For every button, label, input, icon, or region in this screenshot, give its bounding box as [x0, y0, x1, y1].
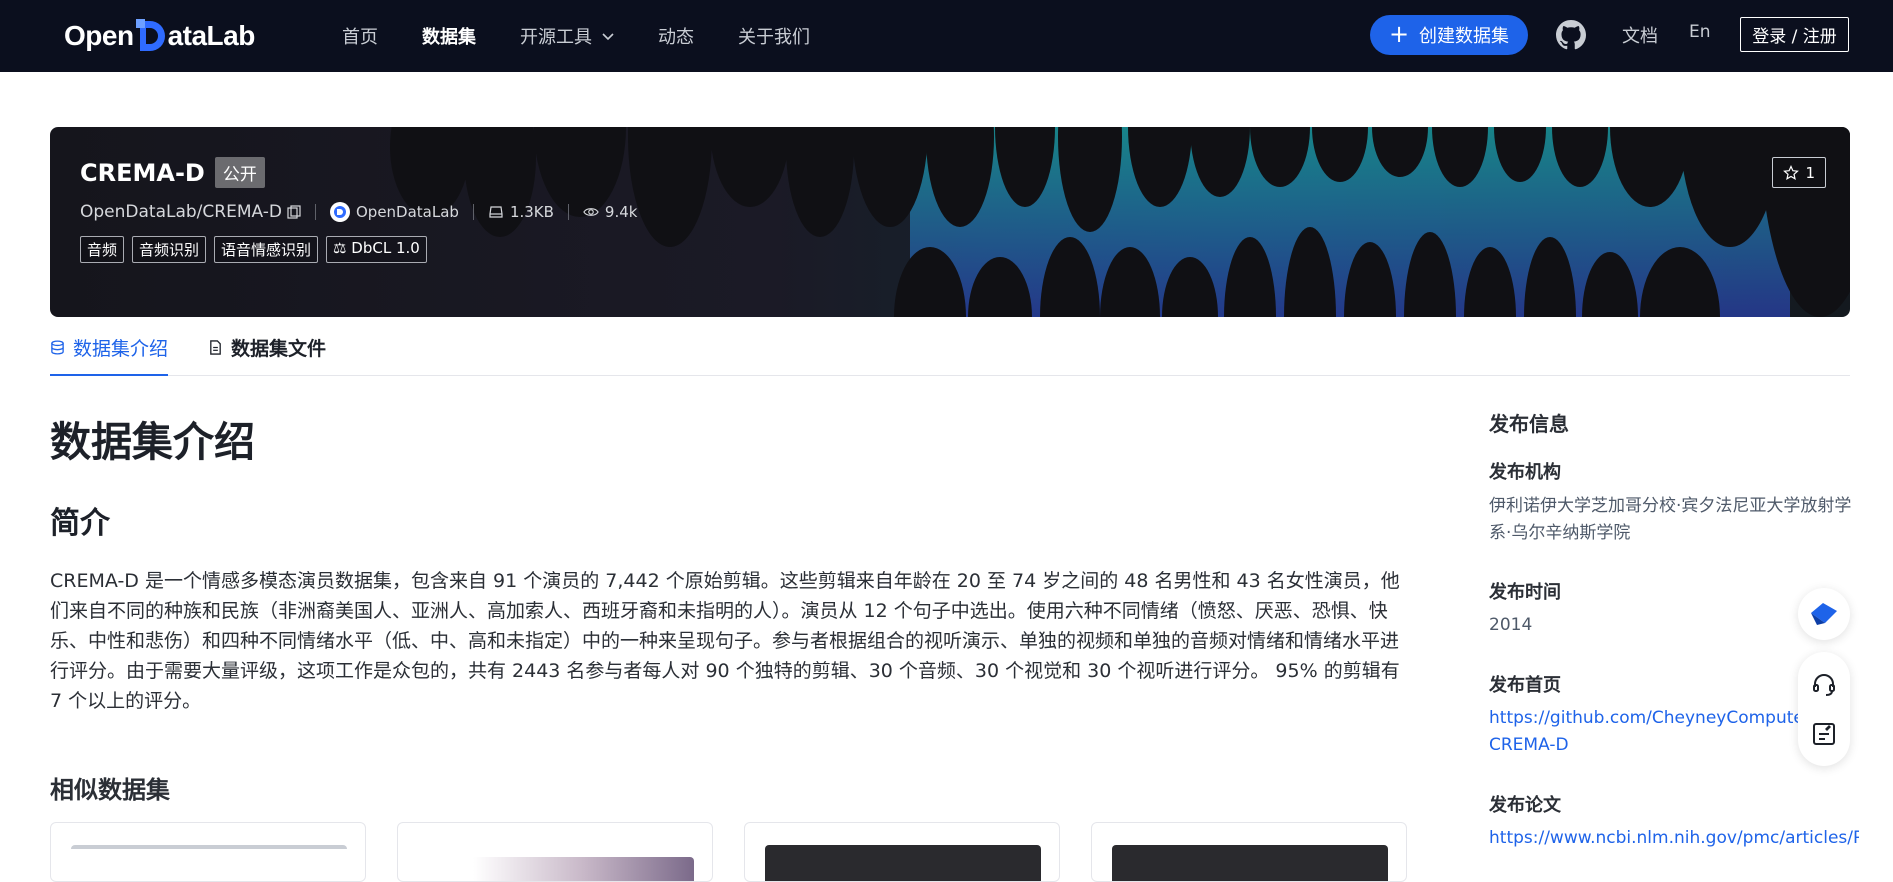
nav-about[interactable]: 关于我们	[738, 0, 810, 72]
star-button[interactable]: 1	[1772, 157, 1826, 188]
license-label: DbCL 1.0	[351, 239, 420, 257]
intro-text: CREMA-D 是一个情感多模态演员数据集，包含来自 91 个演员的 7,442…	[50, 570, 1400, 712]
publish-info-title: 发布信息	[1489, 412, 1569, 436]
create-dataset-button[interactable]: + 创建数据集	[1370, 15, 1528, 55]
visibility-badge: 公开	[214, 157, 265, 188]
plus-icon: +	[1388, 20, 1410, 48]
storage-icon	[488, 204, 504, 220]
dataset-path: OpenDataLab/CREMA-D	[80, 202, 282, 222]
publisher-label: 发布机构	[1489, 462, 1561, 483]
view-count: 9.4k	[604, 203, 638, 221]
similar-dataset-card[interactable]	[744, 822, 1060, 882]
nav-home[interactable]: 首页	[342, 0, 378, 72]
tab-files-label: 数据集文件	[231, 338, 327, 360]
similar-datasets-heading: 相似数据集	[50, 776, 170, 804]
similar-dataset-card[interactable]	[50, 822, 366, 882]
publish-info-panel: 发布信息 发布机构 伊利诺伊大学芝加哥分校·宾夕法尼亚大学放射学系·乌尔辛纳斯学…	[1489, 408, 1859, 848]
dataset-name: CREMA-D	[80, 158, 205, 187]
feishu-icon	[1811, 603, 1837, 625]
docs-link[interactable]: 文档	[1622, 22, 1658, 48]
similar-datasets-list	[50, 822, 1407, 882]
star-count: 1	[1805, 163, 1815, 182]
license-tag[interactable]: ⚖ DbCL 1.0	[326, 236, 427, 263]
feedback-icon[interactable]	[1811, 721, 1837, 747]
card-thumbnail	[71, 845, 347, 881]
paper-link[interactable]: https://www.ncbi.nlm.nih.gov/pmc/article…	[1489, 825, 1859, 852]
nav-open-tools[interactable]: 开源工具	[520, 0, 614, 72]
publish-time-label: 发布时间	[1489, 582, 1561, 603]
tab-introduction-label: 数据集介绍	[73, 338, 169, 360]
paper-label: 发布论文	[1489, 795, 1561, 816]
tag[interactable]: 语音情感识别	[214, 236, 319, 263]
dataset-tags: 音频 音频识别 语音情感识别 ⚖ DbCL 1.0	[80, 236, 637, 263]
dataset-size: 1.3KB	[509, 203, 554, 221]
divider	[314, 204, 316, 220]
main-nav: 首页 数据集 开源工具 动态 关于我们	[342, 0, 854, 72]
card-thumbnail	[1112, 845, 1388, 881]
dataset-title-row: CREMA-D 公开	[80, 157, 637, 188]
floating-toolbox	[1798, 652, 1850, 766]
tab-introduction[interactable]: 数据集介绍	[50, 330, 169, 376]
login-register-button[interactable]: 登录 / 注册	[1740, 17, 1849, 52]
nav-datasets[interactable]: 数据集	[422, 0, 476, 72]
nav-news[interactable]: 动态	[658, 0, 694, 72]
eye-icon	[583, 204, 599, 220]
tag[interactable]: 音频	[80, 236, 125, 263]
github-icon[interactable]	[1556, 20, 1586, 50]
org-avatar-icon	[329, 202, 350, 222]
dataset-meta: OpenDataLab/CREMA-D OpenDataLab 1.3KB 9.…	[80, 202, 637, 222]
database-icon	[51, 340, 64, 355]
dataset-header: CREMA-D 公开 OpenDataLab/CREMA-D OpenDataL…	[80, 157, 637, 263]
logo-d-mark	[135, 19, 166, 53]
dataset-tabs: 数据集介绍 数据集文件	[50, 330, 1850, 376]
scale-icon: ⚖	[333, 239, 347, 257]
divider	[472, 204, 474, 220]
customer-service-icon[interactable]	[1811, 672, 1837, 698]
dataset-hero-banner: CREMA-D 公开 OpenDataLab/CREMA-D OpenDataL…	[50, 127, 1850, 317]
opendatalab-logo[interactable]: Open ataLab	[64, 16, 255, 56]
divider	[567, 204, 569, 220]
tab-files[interactable]: 数据集文件	[208, 330, 326, 376]
feishu-float-button[interactable]	[1798, 588, 1850, 640]
nav-open-tools-label: 开源工具	[520, 27, 592, 48]
similar-dataset-card[interactable]	[397, 822, 713, 882]
org-name[interactable]: OpenDataLab	[356, 203, 459, 221]
file-icon	[210, 340, 221, 355]
chevron-down-icon	[602, 33, 614, 41]
copy-icon[interactable]	[287, 205, 301, 219]
logo-text-prefix: Open	[64, 20, 134, 51]
page-title: 数据集介绍	[50, 418, 255, 466]
language-switch[interactable]: En	[1689, 22, 1711, 42]
tag[interactable]: 音频识别	[132, 236, 207, 263]
intro-heading: 简介	[50, 506, 110, 541]
create-dataset-label: 创建数据集	[1419, 26, 1510, 47]
similar-dataset-card[interactable]	[1091, 822, 1407, 882]
card-thumbnail	[765, 845, 1041, 881]
star-icon	[1783, 164, 1800, 180]
publisher-value: 伊利诺伊大学芝加哥分校·宾夕法尼亚大学放射学系·乌尔辛纳斯学院	[1489, 496, 1852, 543]
homepage-label: 发布首页	[1489, 675, 1561, 696]
logo-text-suffix: ataLab	[167, 20, 256, 51]
top-navbar: Open ataLab 首页 数据集 开源工具 动态 关于我们 + 创建数据集 …	[0, 0, 1893, 72]
